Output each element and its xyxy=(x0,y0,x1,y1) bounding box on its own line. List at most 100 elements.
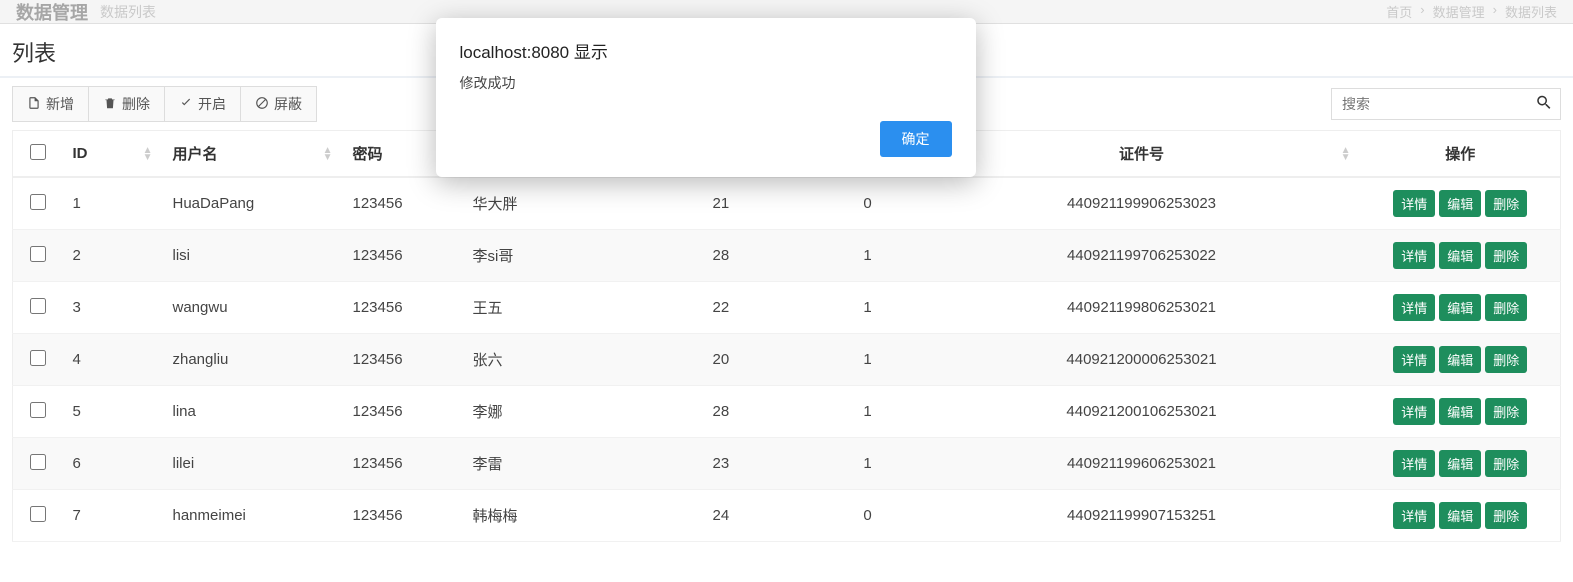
row-checkbox[interactable] xyxy=(30,350,46,366)
row-delete-button[interactable]: 删除 xyxy=(1485,190,1527,217)
header-username[interactable]: 用户名▲▼ xyxy=(163,131,343,178)
cell-password: 123456 xyxy=(343,177,463,230)
cell-id: 7 xyxy=(63,490,163,542)
cell-gender: 1 xyxy=(813,438,923,490)
breadcrumb-item[interactable]: 数据管理 xyxy=(1433,2,1485,21)
enable-label: 开启 xyxy=(198,94,226,114)
cell-gender: 1 xyxy=(813,282,923,334)
file-icon xyxy=(27,96,41,113)
cell-id: 5 xyxy=(63,386,163,438)
detail-button[interactable]: 详情 xyxy=(1393,190,1435,217)
cell-password: 123456 xyxy=(343,438,463,490)
row-delete-button[interactable]: 删除 xyxy=(1485,242,1527,269)
cell-username: zhangliu xyxy=(163,334,343,386)
breadcrumb-item[interactable]: 首页 xyxy=(1386,2,1412,21)
cell-age: 28 xyxy=(703,230,813,282)
cell-age: 21 xyxy=(703,177,813,230)
cell-idcard: 440921199906253023 xyxy=(923,177,1361,230)
cell-name: 张六 xyxy=(463,334,703,386)
row-checkbox[interactable] xyxy=(30,298,46,314)
cell-age: 28 xyxy=(703,386,813,438)
cell-idcard: 440921200106253021 xyxy=(923,386,1361,438)
detail-button[interactable]: 详情 xyxy=(1393,398,1435,425)
cell-age: 24 xyxy=(703,490,813,542)
cell-password: 123456 xyxy=(343,230,463,282)
cell-actions: 详情编辑删除 xyxy=(1361,386,1561,438)
delete-label: 删除 xyxy=(122,94,150,114)
edit-button[interactable]: 编辑 xyxy=(1439,502,1481,529)
search-input[interactable] xyxy=(1331,88,1561,120)
cell-id: 4 xyxy=(63,334,163,386)
cell-age: 22 xyxy=(703,282,813,334)
block-button[interactable]: 屏蔽 xyxy=(241,86,317,122)
sort-icon: ▲▼ xyxy=(1341,147,1351,161)
check-icon xyxy=(179,96,193,113)
cell-idcard: 440921199907153251 xyxy=(923,490,1361,542)
cell-gender: 1 xyxy=(813,230,923,282)
cell-name: 华大胖 xyxy=(463,177,703,230)
search-wrap xyxy=(1331,88,1561,120)
header-idcard[interactable]: 证件号▲▼ xyxy=(923,131,1361,178)
detail-button[interactable]: 详情 xyxy=(1393,242,1435,269)
cell-password: 123456 xyxy=(343,386,463,438)
data-table: ID▲▼ 用户名▲▼ 密码▲▼ 姓名▲▼ 年龄▲▼ 性别▲▼ 证件号▲▼ 操作 … xyxy=(12,130,1561,542)
cell-gender: 0 xyxy=(813,490,923,542)
cell-actions: 详情编辑删除 xyxy=(1361,334,1561,386)
cell-idcard: 440921200006253021 xyxy=(923,334,1361,386)
delete-button[interactable]: 删除 xyxy=(89,86,165,122)
header-id[interactable]: ID▲▼ xyxy=(63,131,163,178)
table-row: 5lina123456李娜281440921200106253021详情编辑删除 xyxy=(13,386,1561,438)
confirm-button[interactable]: 确定 xyxy=(880,121,952,157)
detail-button[interactable]: 详情 xyxy=(1393,450,1435,477)
cell-name: 韩梅梅 xyxy=(463,490,703,542)
table-row: 7hanmeimei123456韩梅梅240440921199907153251… xyxy=(13,490,1561,542)
row-delete-button[interactable]: 删除 xyxy=(1485,294,1527,321)
add-label: 新增 xyxy=(46,94,74,114)
cell-actions: 详情编辑删除 xyxy=(1361,282,1561,334)
cell-name: 王五 xyxy=(463,282,703,334)
header-checkbox xyxy=(13,131,63,178)
cell-username: HuaDaPang xyxy=(163,177,343,230)
row-checkbox[interactable] xyxy=(30,402,46,418)
edit-button[interactable]: 编辑 xyxy=(1439,190,1481,217)
table-row: 2lisi123456李si哥281440921199706253022详情编辑… xyxy=(13,230,1561,282)
cell-id: 6 xyxy=(63,438,163,490)
breadcrumb-item[interactable]: 数据列表 xyxy=(1505,2,1557,21)
cell-actions: 详情编辑删除 xyxy=(1361,490,1561,542)
table-container: ID▲▼ 用户名▲▼ 密码▲▼ 姓名▲▼ 年龄▲▼ 性别▲▼ 证件号▲▼ 操作 … xyxy=(0,130,1573,554)
edit-button[interactable]: 编辑 xyxy=(1439,398,1481,425)
select-all-checkbox[interactable] xyxy=(30,144,46,160)
row-checkbox[interactable] xyxy=(30,454,46,470)
cell-name: 李si哥 xyxy=(463,230,703,282)
edit-button[interactable]: 编辑 xyxy=(1439,346,1481,373)
toolbar-button-group: 新增 删除 开启 屏蔽 xyxy=(12,86,317,122)
edit-button[interactable]: 编辑 xyxy=(1439,242,1481,269)
row-delete-button[interactable]: 删除 xyxy=(1485,398,1527,425)
row-checkbox[interactable] xyxy=(30,194,46,210)
breadcrumb: 首页 › 数据管理 › 数据列表 xyxy=(1386,2,1557,21)
cell-id: 1 xyxy=(63,177,163,230)
row-checkbox[interactable] xyxy=(30,506,46,522)
cell-username: wangwu xyxy=(163,282,343,334)
table-row: 4zhangliu123456张六201440921200006253021详情… xyxy=(13,334,1561,386)
row-delete-button[interactable]: 删除 xyxy=(1485,450,1527,477)
enable-button[interactable]: 开启 xyxy=(165,86,241,122)
row-delete-button[interactable]: 删除 xyxy=(1485,502,1527,529)
cell-password: 123456 xyxy=(343,334,463,386)
cell-age: 23 xyxy=(703,438,813,490)
sort-icon: ▲▼ xyxy=(323,147,333,161)
row-checkbox[interactable] xyxy=(30,246,46,262)
detail-button[interactable]: 详情 xyxy=(1393,502,1435,529)
cell-actions: 详情编辑删除 xyxy=(1361,438,1561,490)
edit-button[interactable]: 编辑 xyxy=(1439,450,1481,477)
detail-button[interactable]: 详情 xyxy=(1393,294,1435,321)
edit-button[interactable]: 编辑 xyxy=(1439,294,1481,321)
dialog-message: 修改成功 xyxy=(460,73,952,93)
search-icon[interactable] xyxy=(1535,94,1553,115)
block-label: 屏蔽 xyxy=(274,94,302,114)
cell-password: 123456 xyxy=(343,490,463,542)
row-delete-button[interactable]: 删除 xyxy=(1485,346,1527,373)
add-button[interactable]: 新增 xyxy=(12,86,89,122)
detail-button[interactable]: 详情 xyxy=(1393,346,1435,373)
table-row: 3wangwu123456王五221440921199806253021详情编辑… xyxy=(13,282,1561,334)
